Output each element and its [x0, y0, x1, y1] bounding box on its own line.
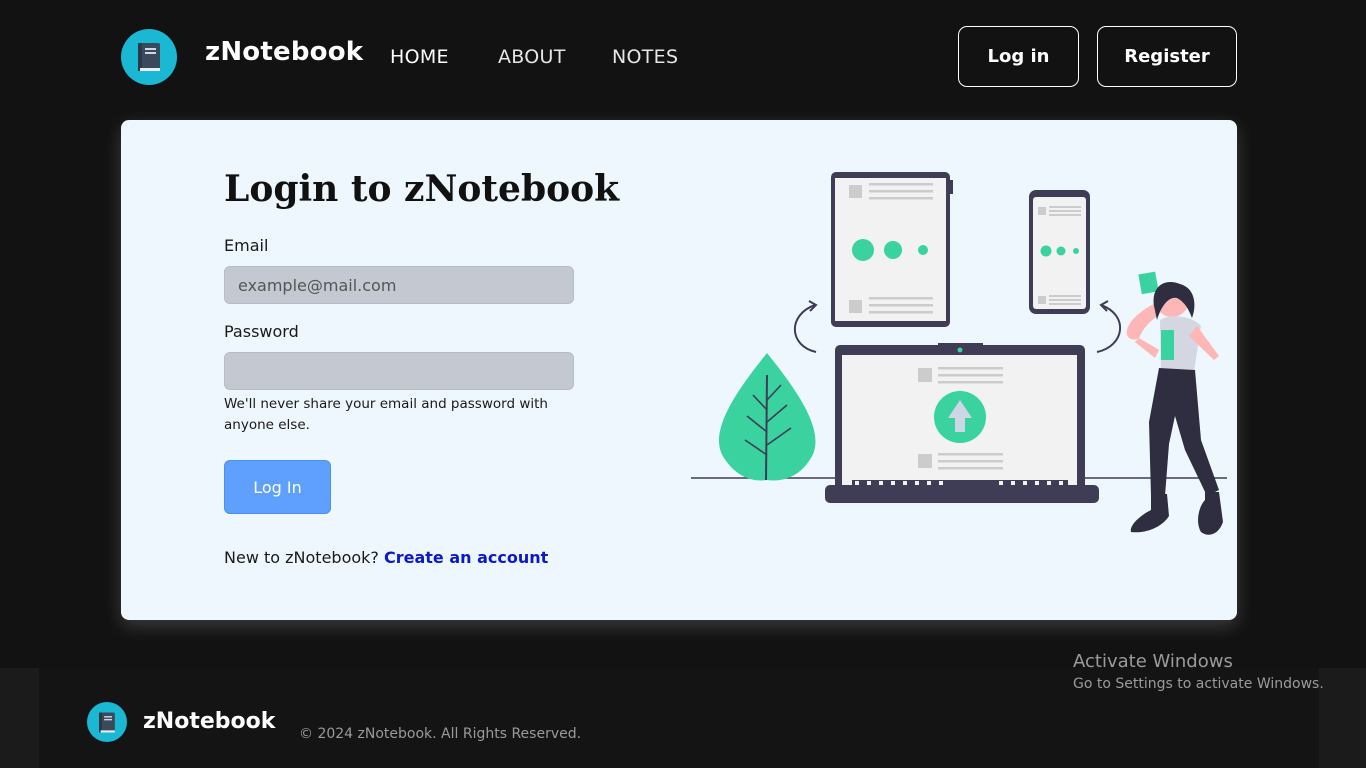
page-title: Login to zNotebook	[224, 168, 620, 210]
copyright-text: © 2024 zNotebook. All Rights Reserved.	[299, 726, 582, 742]
login-card: Login to zNotebook Email Password We'll …	[121, 120, 1237, 620]
submit-login-button[interactable]: Log In	[224, 460, 331, 514]
footer-logo[interactable]	[87, 702, 127, 742]
password-label: Password	[224, 322, 299, 341]
signup-prompt: New to zNotebook?	[224, 548, 379, 567]
footer-edge-left	[0, 668, 39, 768]
brand-logo[interactable]	[121, 29, 177, 85]
woman-figure	[1126, 271, 1223, 535]
navbar: zNotebook HOME ABOUT NOTES Log in Regist…	[0, 0, 1366, 112]
password-field[interactable]	[224, 352, 574, 390]
login-button[interactable]: Log in	[958, 26, 1079, 87]
notebook-icon	[138, 43, 160, 71]
footer-brand[interactable]: zNotebook	[143, 709, 275, 734]
activate-windows-watermark: Activate Windows Go to Settings to activ…	[1073, 651, 1324, 692]
tablet-icon	[831, 172, 953, 327]
email-field[interactable]	[224, 266, 574, 304]
phone-icon	[1029, 190, 1090, 314]
watermark-title: Activate Windows	[1073, 651, 1233, 672]
nav-about-link[interactable]: ABOUT	[498, 46, 566, 68]
privacy-help-text: We'll never share your email and passwor…	[224, 396, 548, 433]
laptop-icon	[825, 343, 1099, 503]
notebook-icon	[99, 712, 115, 732]
footer-edge-right	[1319, 668, 1366, 768]
watermark-subtitle: Go to Settings to activate Windows.	[1073, 676, 1324, 692]
brand-name[interactable]: zNotebook	[205, 37, 363, 67]
nav-notes-link[interactable]: NOTES	[612, 46, 678, 68]
email-label: Email	[224, 236, 269, 255]
signup-line: New to zNotebook? Create an account	[224, 548, 548, 567]
nav-home-link[interactable]: HOME	[390, 46, 449, 68]
leaf-icon	[718, 353, 816, 481]
devices-illustration	[691, 172, 1227, 535]
register-button[interactable]: Register	[1097, 26, 1237, 87]
create-account-link[interactable]: Create an account	[384, 548, 548, 567]
